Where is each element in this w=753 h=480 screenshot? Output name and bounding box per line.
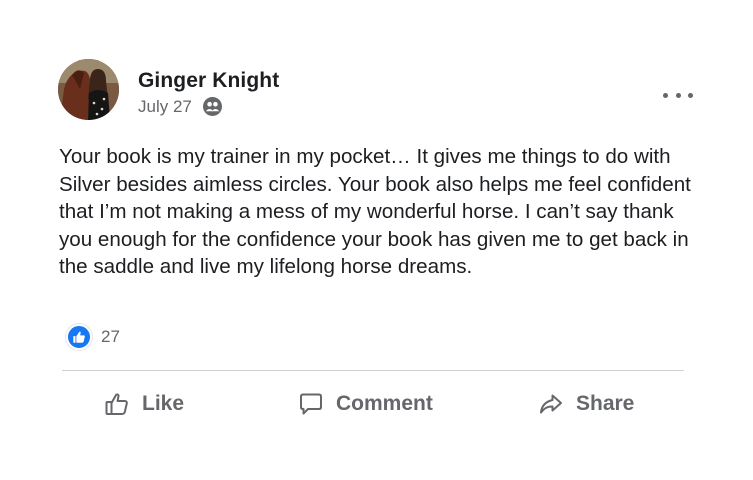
divider (62, 370, 684, 371)
share-icon (538, 391, 564, 417)
post-date[interactable]: July 27 (138, 97, 192, 117)
thumbs-up-icon (104, 391, 130, 417)
share-label: Share (576, 392, 635, 415)
share-button[interactable]: Share (538, 384, 634, 424)
avatar[interactable] (58, 59, 119, 120)
post-text: Your book is my trainer in my pocket… It… (59, 145, 691, 279)
like-reaction-icon (66, 324, 92, 350)
comment-button[interactable]: Comment (298, 384, 433, 424)
comment-icon (298, 391, 324, 417)
dot (663, 92, 668, 98)
facebook-post: Ginger Knight July 27 Your book is my tr… (0, 0, 753, 480)
like-button[interactable]: Like (104, 384, 184, 424)
more-options-icon[interactable] (663, 86, 693, 104)
dot (675, 92, 681, 98)
comment-label: Comment (336, 392, 433, 415)
reaction-count: 27 (101, 327, 120, 346)
avatar-photo (58, 59, 119, 120)
author-name[interactable]: Ginger Knight (138, 69, 279, 93)
action-bar: Like Comment Share (62, 384, 684, 424)
reactions-summary[interactable]: 27 (66, 324, 120, 350)
like-label: Like (142, 392, 185, 415)
dot (688, 92, 693, 98)
post-meta: July 27 (138, 96, 223, 117)
friends-icon[interactable] (202, 96, 223, 117)
